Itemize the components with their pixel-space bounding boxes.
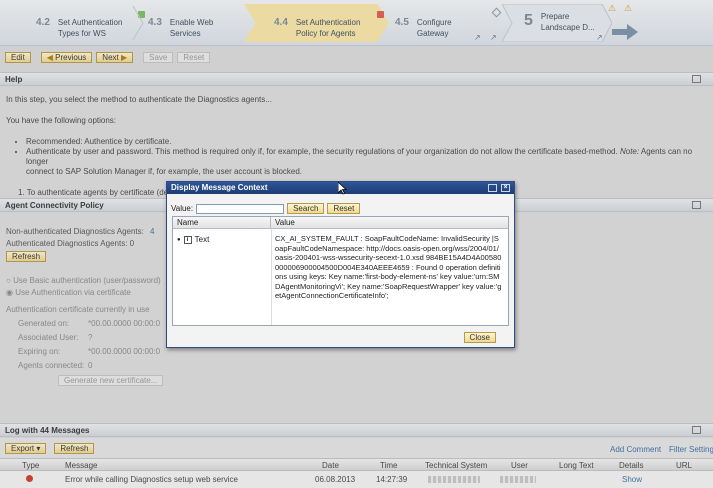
row-value: CX_AI_SYSTEM_FAULT : SoapFaultCodeName: …: [275, 234, 502, 300]
search-button[interactable]: Search: [287, 203, 325, 214]
info-icon: i: [183, 235, 192, 244]
message-context-table: Name Value ● i Text CX_AI_SYSTEM_FAULT :…: [172, 216, 509, 326]
reset-search-button[interactable]: Reset: [327, 203, 361, 214]
maximize-icon[interactable]: [488, 184, 497, 192]
display-message-context-dialog: Display Message Context × Value: Search …: [166, 181, 515, 348]
row-name: Text: [194, 235, 210, 244]
table-row[interactable]: ● i Text: [177, 235, 209, 244]
mouse-cursor-icon: [338, 182, 347, 195]
close-button[interactable]: Close: [463, 332, 496, 343]
value-label: Value:: [171, 204, 194, 213]
value-search-input[interactable]: [196, 203, 285, 214]
column-name[interactable]: Name: [173, 217, 271, 228]
close-icon[interactable]: ×: [501, 184, 510, 192]
column-value[interactable]: Value: [271, 217, 295, 228]
tree-bullet-icon: ●: [177, 236, 181, 243]
